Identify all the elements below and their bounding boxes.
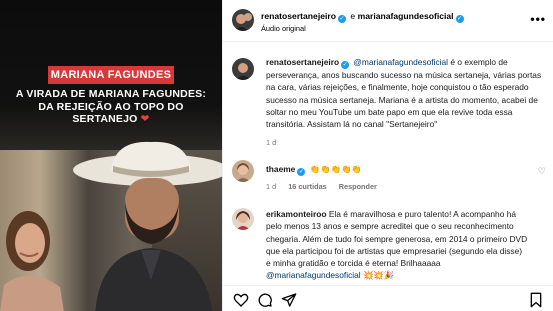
author-username[interactable]: renatosertanejeiro [261,11,336,21]
verified-badge-icon: ✓ [341,61,350,69]
reply-button[interactable]: Responder [339,182,377,191]
audio-link[interactable]: Áudio original [261,24,306,33]
comment-text: erikamonteiroo Ela é maravilhosa e puro … [266,208,528,282]
headline-line-3: SERTANEJO ❤ [6,113,216,126]
share-icon[interactable] [281,292,297,308]
comment-username[interactable]: thaeme [266,164,295,174]
commenter-avatar[interactable] [232,208,254,230]
author-avatar[interactable] [232,9,254,31]
headline-line-3-text: SERTANEJO [72,113,138,125]
comment-mention[interactable]: @marianafagundesoficial [266,270,361,280]
like-comment-icon[interactable]: ♡ [538,166,546,177]
comment-meta: 1 d 16 curtidas Responder [266,182,387,191]
comment-likes[interactable]: 16 curtidas [288,182,327,191]
caption-time[interactable]: 1 d [266,137,548,149]
more-options-icon[interactable]: ••• [530,12,546,26]
collab-conjunction: e [350,11,356,21]
man-with-hat-figure [73,141,222,311]
caption-mention[interactable]: @marianafagundesoficial [353,57,448,67]
comment-username[interactable]: erikamonteiroo [266,209,327,219]
video-headline: A VIRADA DE MARIANA FAGUNDES: DA REJEIÇÃ… [6,88,216,126]
action-bar [223,285,553,311]
verified-badge-icon: ✓ [297,168,306,176]
headline-line-1: A VIRADA DE MARIANA FAGUNDES: [15,88,207,100]
commenter-avatar[interactable] [232,160,254,182]
verified-badge-icon: ✓ [338,15,346,23]
verified-badge-icon: ✓ [455,15,464,23]
comment-emojis: 💥💥🎉 [360,270,395,281]
heart-icon: ❤ [140,113,150,125]
video-title-badge: MARIANA FAGUNDES [48,66,174,84]
bookmark-icon[interactable] [528,292,544,308]
headline-line-2: DA REJEIÇÃO AO TOPO DO [38,100,184,113]
collab-username[interactable]: marianafagundesoficial [358,11,454,21]
post-header: renatosertanejeiro ✓ e marianafagundesofi… [223,0,553,42]
heart-icon[interactable] [233,292,249,308]
comment-body: 👏👏👏👏👏 [309,164,362,174]
post-media[interactable]: MARIANA FAGUNDES A VIRADA DE MARIANA FAG… [0,0,222,311]
caption-username[interactable]: renatosertanejeiro [266,57,339,67]
caption-text: renatosertanejeiro ✓ @marianafagundesofic… [266,56,548,150]
comment-time[interactable]: 1 d [266,182,276,191]
caption-body: é o exemplo de perseverança, anos buscan… [266,57,542,130]
collab-authors: renatosertanejeiro ✓ e marianafagundesofi… [261,11,466,23]
instagram-post: MARIANA FAGUNDES A VIRADA DE MARIANA FAG… [0,0,553,311]
comment-icon[interactable] [257,292,273,308]
comment-text: thaeme ✓ 👏👏👏👏👏 [266,163,528,176]
post-side-panel: renatosertanejeiro ✓ e marianafagundesofi… [222,0,553,311]
caption-author-avatar[interactable] [232,58,254,80]
